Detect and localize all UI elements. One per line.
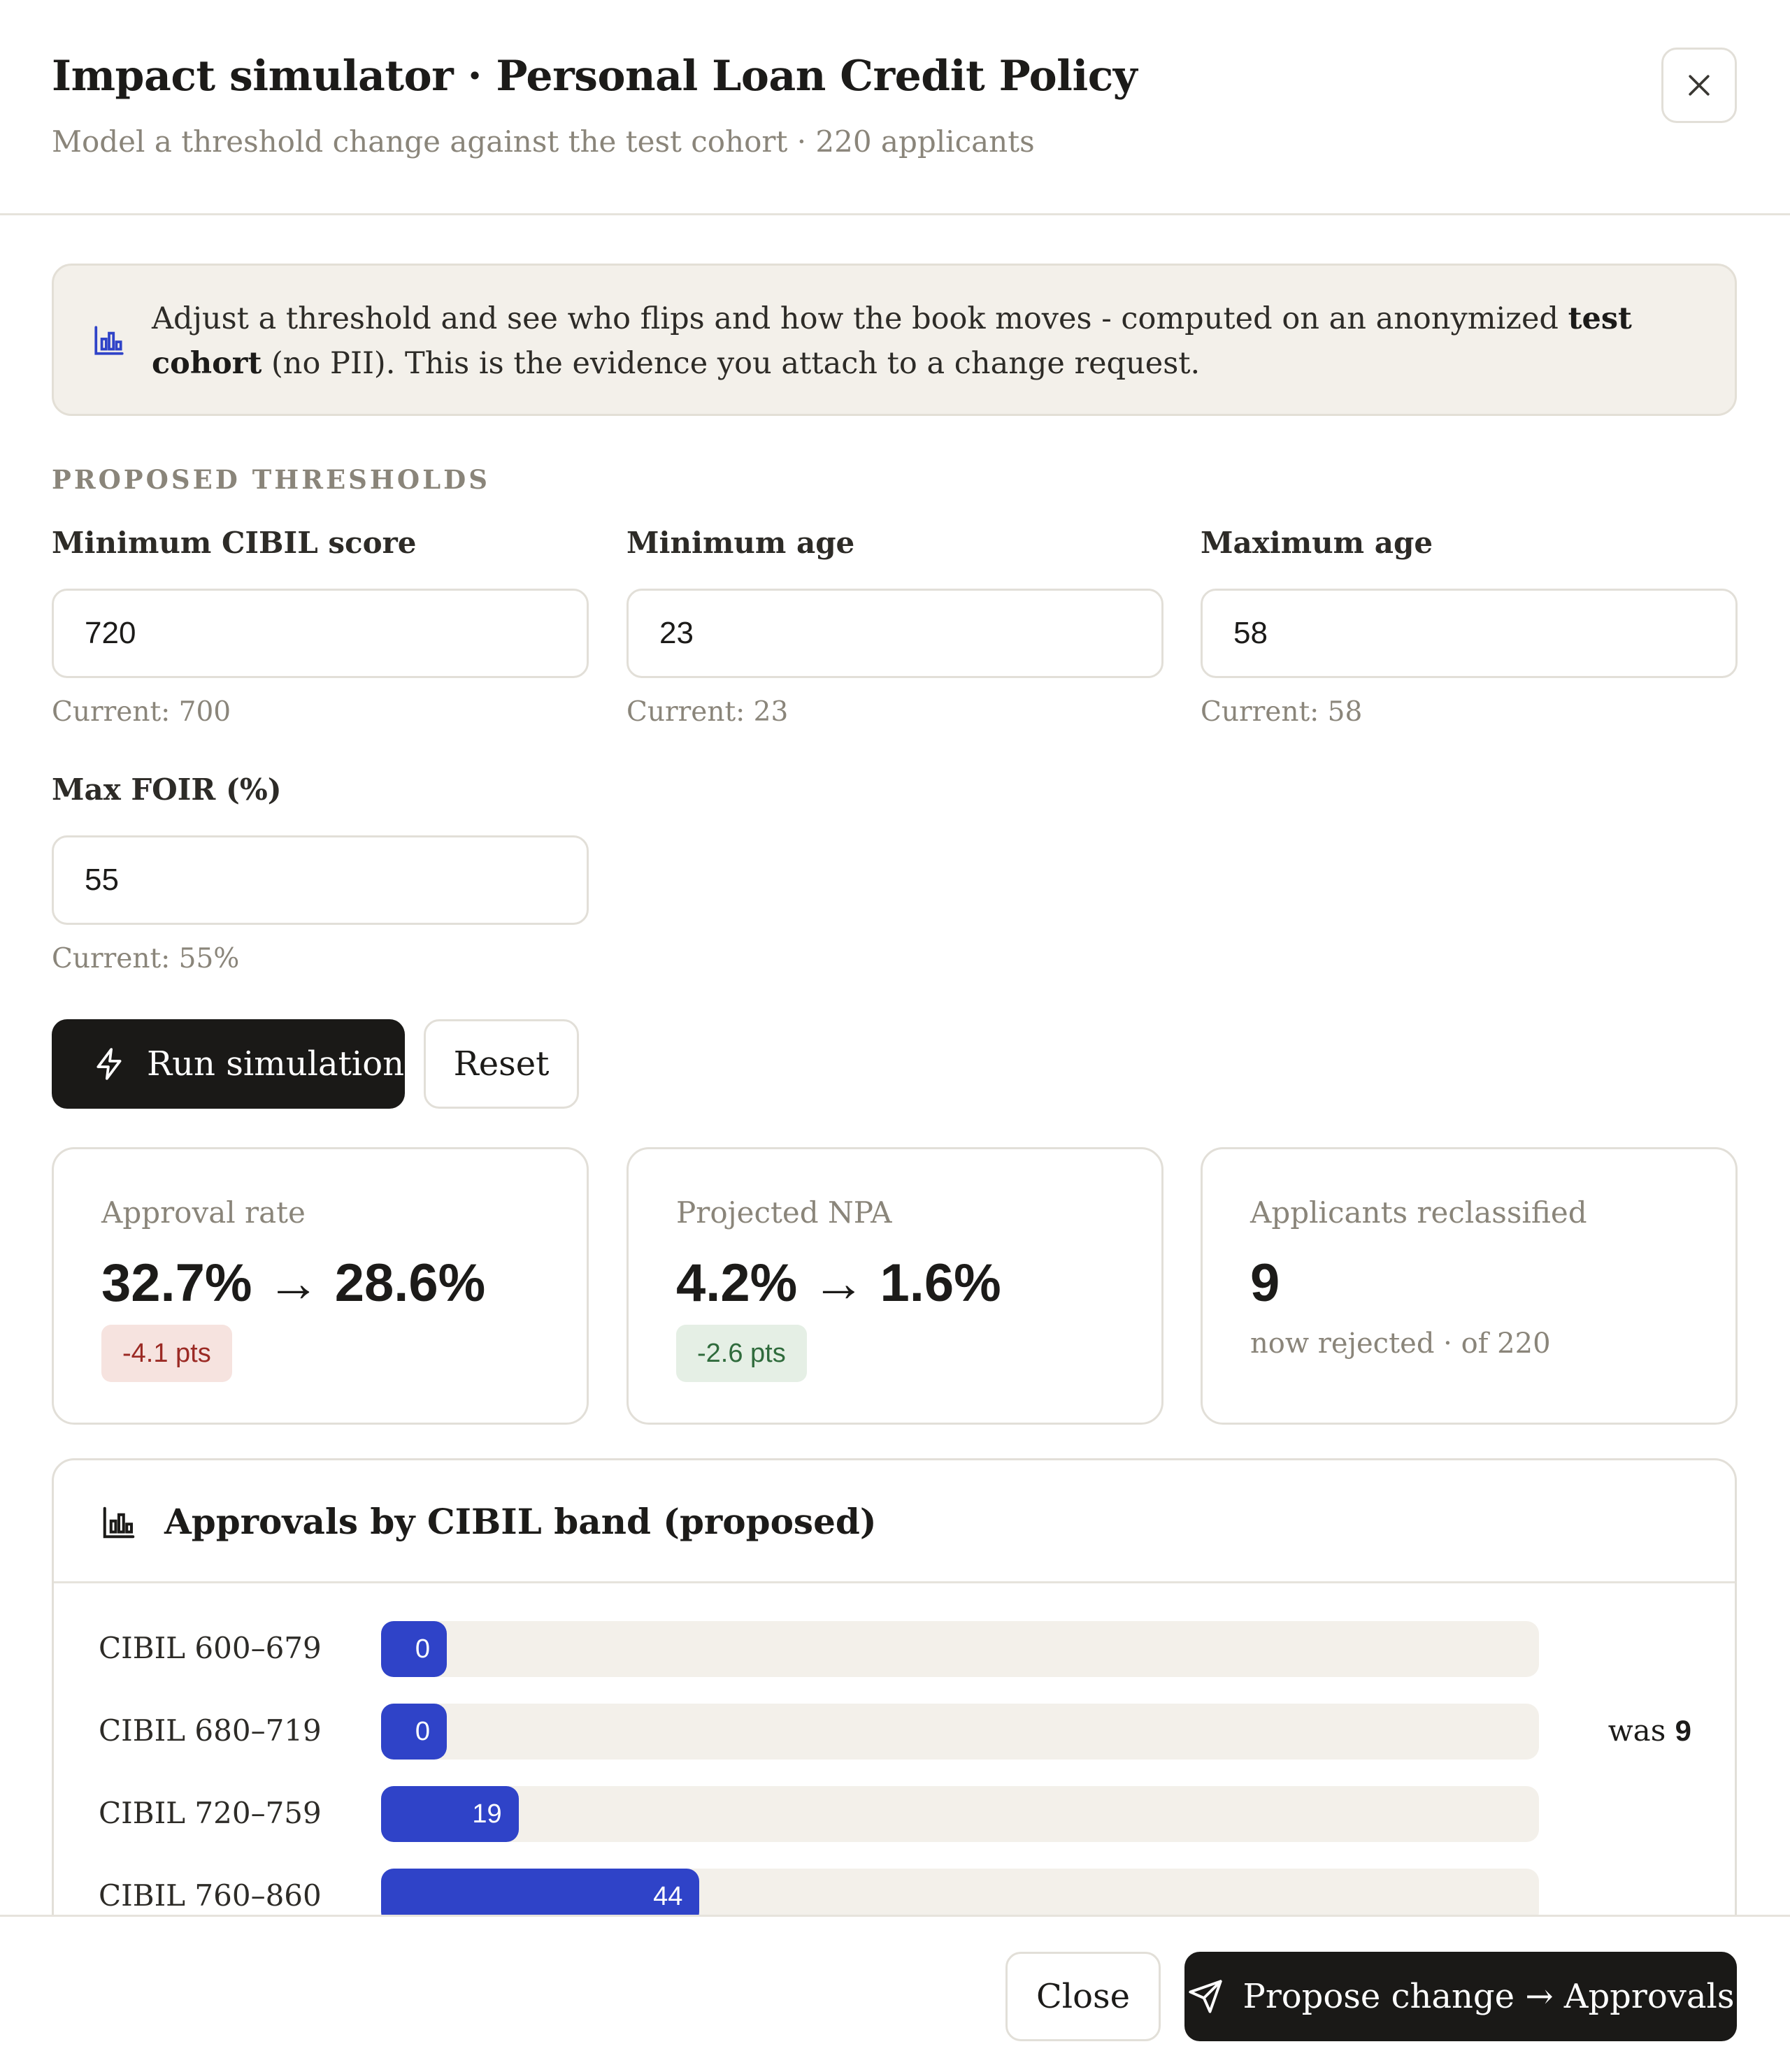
info-banner-text: Adjust a threshold and see who flips and… (152, 301, 1632, 381)
send-icon (1188, 1980, 1222, 2013)
close-label: Close (1036, 1977, 1130, 2016)
chart-title: Approvals by CIBIL band (proposed) (164, 1501, 877, 1542)
lightning-icon (96, 1048, 122, 1080)
dialog-footer: Close Propose change → Approvals (0, 1915, 1790, 2072)
applicants-reclassified-label: Applicants reclassified (1250, 1195, 1587, 1230)
band-track: 19 (381, 1786, 1539, 1842)
approval-rate-card: Approval rate 32.7% → 28.6% -4.1 pts (52, 1147, 589, 1425)
projected-npa-card: Projected NPA 4.2% → 1.6% -2.6 pts (626, 1147, 1164, 1425)
min-age-label: Minimum age (626, 526, 855, 560)
projected-npa-value: 4.2% → 1.6% (676, 1253, 1001, 1313)
min-cibil-current: Current: 700 (52, 696, 231, 728)
max-foir-input[interactable] (52, 835, 589, 925)
max-foir-current: Current: 55% (52, 943, 240, 974)
dialog-title: Impact simulator · Personal Loan Credit … (52, 52, 1138, 101)
max-age-current: Current: 58 (1201, 696, 1363, 728)
band-track: 0 (381, 1621, 1539, 1677)
band-bar: 0 (381, 1621, 447, 1677)
max-foir-label: Max FOIR (%) (52, 772, 282, 807)
reset-label: Reset (453, 1044, 550, 1084)
projected-npa-label: Projected NPA (676, 1195, 892, 1230)
dialog-subtitle: Model a threshold change against the tes… (52, 124, 1035, 159)
min-cibil-label: Minimum CIBIL score (52, 526, 417, 560)
approval-rate-value: 32.7% → 28.6% (101, 1253, 486, 1313)
info-banner: Adjust a threshold and see who flips and… (52, 264, 1737, 416)
dialog-header: Impact simulator · Personal Loan Credit … (0, 0, 1790, 215)
propose-change-button[interactable]: Propose change → Approvals (1184, 1952, 1737, 2041)
band-label: CIBIL 680–719 (99, 1713, 322, 1748)
chart-header: Approvals by CIBIL band (proposed) (54, 1460, 1735, 1583)
close-button[interactable]: Close (1005, 1952, 1161, 2041)
band-previous-value: was 9 (1608, 1713, 1691, 1748)
min-cibil-input[interactable] (52, 589, 589, 678)
band-bar: 19 (381, 1786, 519, 1842)
run-simulation-button[interactable]: Run simulation (52, 1019, 405, 1109)
projected-npa-delta-badge: -2.6 pts (676, 1325, 807, 1382)
applicants-reclassified-value: 9 (1250, 1253, 1280, 1313)
max-age-label: Maximum age (1201, 526, 1433, 560)
band-track: 0 (381, 1704, 1539, 1760)
close-icon (1689, 75, 1710, 96)
section-label-proposed-thresholds: PROPOSED THRESHOLDS (52, 464, 490, 495)
band-label: CIBIL 760–860 (99, 1878, 322, 1913)
bar-chart-icon (94, 326, 124, 355)
approval-rate-label: Approval rate (101, 1195, 306, 1230)
close-dialog-button[interactable] (1661, 48, 1737, 123)
run-simulation-label: Run simulation (147, 1044, 405, 1084)
impact-simulator-dialog: Impact simulator · Personal Loan Credit … (0, 0, 1790, 2072)
applicants-reclassified-card: Applicants reclassified 9 now rejected ·… (1201, 1147, 1738, 1425)
min-age-current: Current: 23 (626, 696, 789, 728)
band-label: CIBIL 720–759 (99, 1796, 322, 1830)
band-bar: 0 (381, 1704, 447, 1760)
applicants-reclassified-note: now rejected · of 220 (1250, 1328, 1551, 1360)
band-label: CIBIL 600–679 (99, 1631, 322, 1665)
max-age-input[interactable] (1201, 589, 1738, 678)
propose-change-label: Propose change → Approvals (1243, 1977, 1735, 2016)
bar-chart-icon (103, 1506, 135, 1539)
reset-button[interactable]: Reset (424, 1019, 579, 1109)
min-age-input[interactable] (626, 589, 1164, 678)
approval-rate-delta-badge: -4.1 pts (101, 1325, 232, 1382)
